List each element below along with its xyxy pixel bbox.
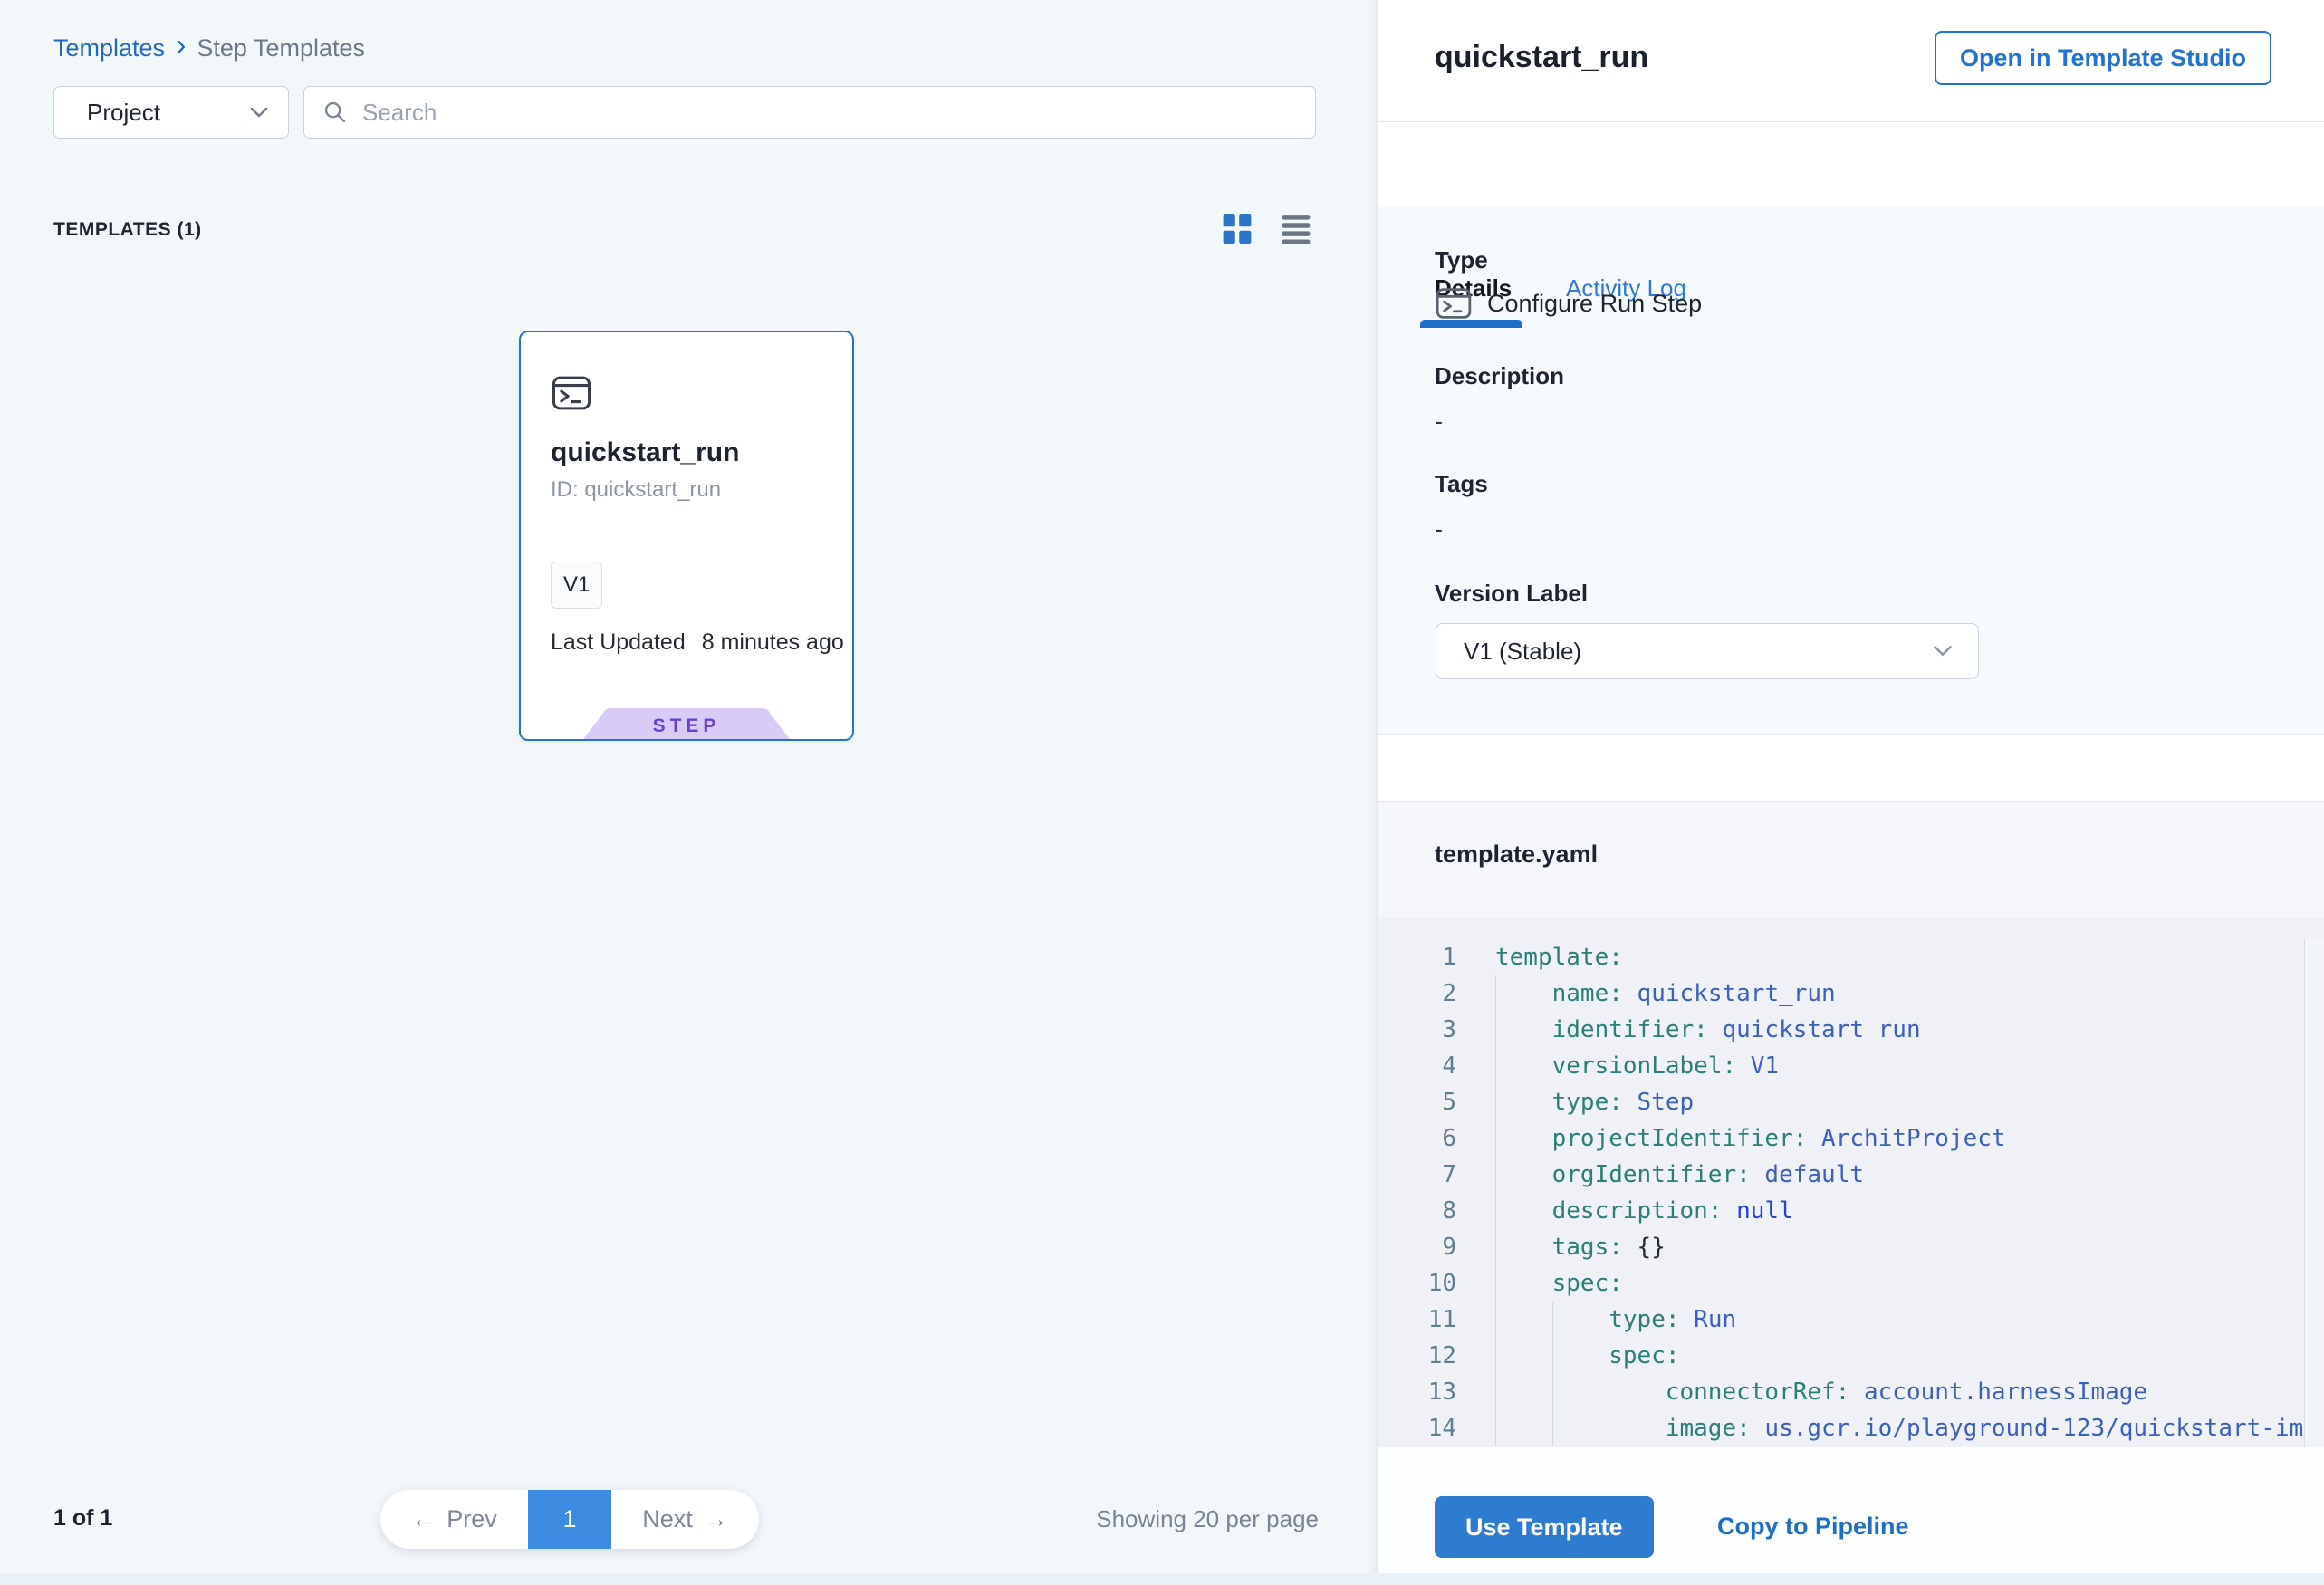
pager: ← Prev 1 Next → xyxy=(380,1490,759,1549)
yaml-line: 13 connectorRef: account.harnessImage xyxy=(1378,1374,2324,1410)
copy-to-pipeline-link[interactable]: Copy to Pipeline xyxy=(1717,1513,1909,1541)
page-summary: 1 of 1 xyxy=(53,1505,112,1532)
next-page-button[interactable]: Next → xyxy=(611,1490,759,1549)
prev-page-button[interactable]: ← Prev xyxy=(380,1490,528,1549)
run-step-terminal-icon xyxy=(551,372,592,414)
yaml-line: 9 tags: {} xyxy=(1378,1229,2324,1265)
search-icon xyxy=(322,100,348,125)
grid-view-icon[interactable] xyxy=(1223,214,1253,245)
use-template-button[interactable]: Use Template xyxy=(1435,1496,1654,1558)
open-in-template-studio-button[interactable]: Open in Template Studio xyxy=(1935,31,2271,85)
yaml-line: 3 identifier: quickstart_run xyxy=(1378,1012,2324,1048)
yaml-filename: template.yaml xyxy=(1435,841,1598,869)
window-bottom-edge xyxy=(0,1573,2324,1585)
yaml-line: 14 image: us.gcr.io/playground-123/quick… xyxy=(1378,1410,2324,1446)
search-box xyxy=(303,86,1316,139)
page-size-text: Showing 20 per page xyxy=(1064,1505,1319,1533)
arrow-right-icon: → xyxy=(704,1505,728,1533)
type-value-row: Configure Run Step xyxy=(1435,284,1702,322)
chevron-down-icon xyxy=(250,107,268,119)
template-card-quickstart-run[interactable]: quickstart_run ID: quickstart_run V1 Las… xyxy=(519,331,854,741)
arrow-left-icon: ← xyxy=(411,1505,436,1533)
breadcrumb-chevron-icon: › xyxy=(176,34,186,58)
version-label: Version Label xyxy=(1435,580,1588,608)
search-input[interactable] xyxy=(362,99,1297,127)
version-dropdown-value: V1 (Stable) xyxy=(1464,638,1581,666)
yaml-line: 12 spec: xyxy=(1378,1338,2324,1374)
run-step-terminal-icon xyxy=(1435,284,1473,322)
scope-dropdown[interactable]: Project xyxy=(53,86,289,139)
yaml-section: template.yaml 1template:2 name: quicksta… xyxy=(1378,802,2324,1447)
yaml-line: 10 spec: xyxy=(1378,1265,2324,1302)
yaml-line: 2 name: quickstart_run xyxy=(1378,975,2324,1012)
page-1-button[interactable]: 1 xyxy=(528,1490,611,1549)
yaml-line: 7 orgIdentifier: default xyxy=(1378,1157,2324,1193)
description-label: Description xyxy=(1435,362,1564,390)
breadcrumb-current: Step Templates xyxy=(197,34,365,62)
breadcrumb-templates-link[interactable]: Templates xyxy=(53,34,165,62)
tags-value: - xyxy=(1435,515,1443,543)
yaml-line: 11 type: Run xyxy=(1378,1302,2324,1338)
templates-count-label: TEMPLATES (1) xyxy=(53,219,202,241)
yaml-code-lines: 1template:2 name: quickstart_run3 identi… xyxy=(1378,939,2324,1446)
type-value: Configure Run Step xyxy=(1487,290,1702,318)
type-label: Type xyxy=(1435,246,1488,274)
yaml-line: 1template: xyxy=(1378,939,2324,975)
tags-label: Tags xyxy=(1435,470,1488,498)
description-value: - xyxy=(1435,408,1443,436)
yaml-line: 8 description: null xyxy=(1378,1193,2324,1229)
template-details-panel: quickstart_run Open in Template Studio D… xyxy=(1377,0,2324,1585)
yaml-line: 5 type: Step xyxy=(1378,1084,2324,1120)
templates-list-panel: Templates › Step Templates Project TEMPL… xyxy=(0,0,1377,1585)
breadcrumb: Templates › Step Templates xyxy=(53,34,365,62)
scope-dropdown-value: Project xyxy=(87,99,160,127)
version-badge: V1 xyxy=(551,562,602,609)
card-last-updated: Last Updated 8 minutes ago xyxy=(551,629,844,656)
details-header: quickstart_run Open in Template Studio xyxy=(1378,0,2324,122)
yaml-editor[interactable]: 1template:2 name: quickstart_run3 identi… xyxy=(1378,917,2324,1447)
yaml-subtabstrip: Template Inputs YAML Referenced By xyxy=(1378,734,2324,802)
details-footer: Use Template Copy to Pipeline xyxy=(1378,1447,2324,1573)
editor-scrollbar[interactable] xyxy=(2304,939,2324,1447)
yaml-line: 4 versionLabel: V1 xyxy=(1378,1048,2324,1084)
chevron-down-icon xyxy=(1933,645,1953,658)
card-title: quickstart_run xyxy=(551,437,739,468)
step-type-ribbon: STEP xyxy=(582,708,792,741)
card-id: ID: quickstart_run xyxy=(551,477,721,503)
template-title: quickstart_run xyxy=(1435,40,1648,75)
list-view-icon[interactable] xyxy=(1282,214,1312,245)
version-dropdown[interactable]: V1 (Stable) xyxy=(1436,623,1979,679)
details-tabstrip: Details Activity Log xyxy=(1378,122,2324,206)
yaml-line: 6 projectIdentifier: ArchitProject xyxy=(1378,1120,2324,1157)
